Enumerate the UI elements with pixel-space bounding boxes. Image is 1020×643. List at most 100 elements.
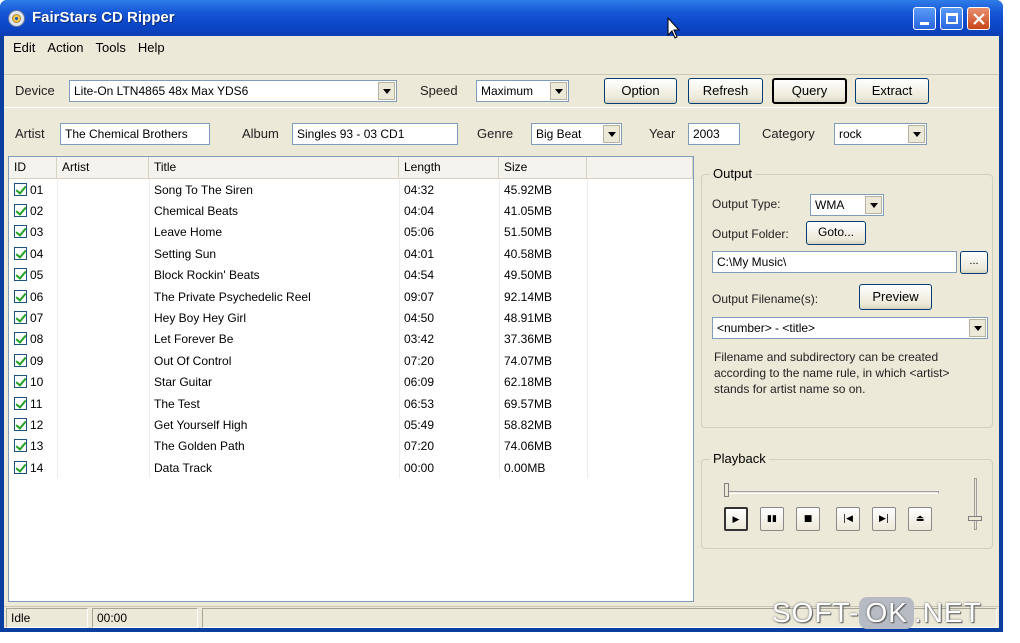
chevron-down-icon[interactable] <box>865 196 882 214</box>
track-size-cell: 49.50MB <box>504 268 553 283</box>
track-checkbox[interactable] <box>14 225 27 239</box>
track-checkbox[interactable] <box>14 460 27 474</box>
seek-slider-track[interactable] <box>724 491 939 494</box>
table-row[interactable]: 10 Star Guitar 06:09 62.18MB <box>9 372 693 393</box>
chevron-down-icon[interactable] <box>603 125 620 143</box>
table-row[interactable]: 09 Out Of Control 07:20 74.07MB <box>9 350 693 371</box>
album-input[interactable]: Singles 93 - 03 CD1 <box>292 123 458 145</box>
track-checkbox[interactable] <box>14 182 27 196</box>
chevron-down-icon[interactable] <box>378 82 395 100</box>
volume-slider-thumb[interactable] <box>968 516 982 521</box>
output-type-select[interactable]: WMA <box>810 194 884 216</box>
track-title-cell: The Private Psychedelic Reel <box>154 289 311 304</box>
column-header-artist[interactable]: Artist <box>57 157 149 178</box>
chevron-down-icon[interactable] <box>969 319 986 337</box>
track-checkbox[interactable] <box>14 439 27 453</box>
speed-value: Maximum <box>481 84 534 98</box>
device-toolbar: Device Lite-On LTN4865 48x Max YDS6 Spee… <box>4 74 999 108</box>
track-title-cell: Let Forever Be <box>154 332 234 347</box>
watermark-left: SOFT- <box>772 597 860 628</box>
track-size-cell: 45.92MB <box>504 182 553 197</box>
track-length-cell: 09:07 <box>404 289 435 304</box>
track-checkbox[interactable] <box>14 246 27 260</box>
seek-slider-thumb[interactable] <box>724 483 729 497</box>
output-filename-select[interactable]: <number> - <title> <box>712 317 988 339</box>
track-size-cell: 41.05MB <box>504 204 553 219</box>
browse-folder-button[interactable]: ... <box>960 251 988 274</box>
track-list[interactable]: ID Artist Title Length Size 01 Song To Th… <box>8 156 694 602</box>
table-row[interactable]: 02 Chemical Beats 04:04 41.05MB <box>9 200 693 221</box>
track-id: 06 <box>30 289 44 304</box>
menu-action[interactable]: Action <box>41 40 89 55</box>
track-checkbox[interactable] <box>14 289 27 303</box>
table-row[interactable]: 12 Get Yourself High 05:49 58.82MB <box>9 414 693 435</box>
goto-folder-button[interactable]: Goto... <box>806 221 866 245</box>
stop-button[interactable]: ■ <box>796 507 820 531</box>
output-folder-label: Output Folder: <box>712 227 789 241</box>
table-row[interactable]: 14 Data Track 00:00 0.00MB <box>9 457 693 478</box>
refresh-button[interactable]: Refresh <box>688 78 763 104</box>
close-icon <box>973 13 985 25</box>
output-folder-input[interactable]: C:\My Music\ <box>712 251 957 273</box>
table-row[interactable]: 06 The Private Psychedelic Reel 09:07 92.14… <box>9 286 693 307</box>
extract-button[interactable]: Extract <box>855 78 929 104</box>
track-checkbox[interactable] <box>14 311 27 325</box>
close-button[interactable] <box>967 7 990 30</box>
track-checkbox[interactable] <box>14 375 27 389</box>
minimize-button[interactable] <box>913 7 936 30</box>
eject-button[interactable]: ⏏ <box>908 507 932 531</box>
table-row[interactable]: 08 Let Forever Be 03:42 37.36MB <box>9 329 693 350</box>
query-button[interactable]: Query <box>772 78 847 104</box>
table-row[interactable]: 11 The Test 06:53 69.57MB <box>9 393 693 414</box>
genre-select[interactable]: Big Beat <box>531 123 622 145</box>
track-title-cell: Chemical Beats <box>154 204 239 219</box>
column-header-title[interactable]: Title <box>149 157 399 178</box>
play-button[interactable]: ▶ <box>724 507 748 531</box>
track-id: 14 <box>30 460 44 475</box>
next-icon: ▶| <box>879 514 889 524</box>
chevron-down-icon[interactable] <box>550 82 567 100</box>
track-checkbox[interactable] <box>14 268 27 282</box>
device-select[interactable]: Lite-On LTN4865 48x Max YDS6 <box>69 80 397 102</box>
table-row[interactable]: 05 Block Rockin' Beats 04:54 49.50MB <box>9 265 693 286</box>
track-checkbox[interactable] <box>14 396 27 410</box>
next-button[interactable]: ▶| <box>872 507 896 531</box>
title-bar[interactable]: FairStars CD Ripper <box>0 0 1003 36</box>
track-checkbox[interactable] <box>14 332 27 346</box>
menu-edit[interactable]: Edit <box>7 40 41 55</box>
table-row[interactable]: 13 The Golden Path 07:20 74.06MB <box>9 436 693 457</box>
menu-tools[interactable]: Tools <box>90 40 132 55</box>
category-select[interactable]: rock <box>834 123 927 145</box>
track-id: 07 <box>30 311 44 326</box>
track-checkbox[interactable] <box>14 204 27 218</box>
track-id: 03 <box>30 225 44 240</box>
pause-button[interactable]: ▮▮ <box>760 507 784 531</box>
track-checkbox[interactable] <box>14 417 27 431</box>
column-header-size[interactable]: Size <box>499 157 587 178</box>
table-row[interactable]: 07 Hey Boy Hey Girl 04:50 48.91MB <box>9 307 693 328</box>
track-checkbox[interactable] <box>14 353 27 367</box>
table-row[interactable]: 01 Song To The Siren 04:32 45.92MB <box>9 179 693 200</box>
column-header-id[interactable]: ID <box>9 157 57 178</box>
volume-slider-track[interactable] <box>974 478 977 530</box>
maximize-button[interactable] <box>940 7 963 30</box>
table-row[interactable]: 03 Leave Home 05:06 51.50MB <box>9 222 693 243</box>
chevron-down-icon[interactable] <box>908 125 925 143</box>
previous-button[interactable]: |◀ <box>836 507 860 531</box>
track-id-cell: 01 <box>9 182 57 197</box>
table-row[interactable]: 04 Setting Sun 04:01 40.58MB <box>9 243 693 264</box>
track-id-cell: 02 <box>9 204 57 218</box>
artist-input[interactable]: The Chemical Brothers <box>60 123 210 145</box>
option-button[interactable]: Option <box>604 78 677 104</box>
track-id-cell: 14 <box>9 460 57 475</box>
speed-select[interactable]: Maximum <box>476 80 569 102</box>
year-input[interactable]: 2003 <box>688 123 740 145</box>
track-size-cell: 69.57MB <box>504 396 553 411</box>
column-header-length[interactable]: Length <box>399 157 499 178</box>
status-time: 00:00 <box>92 608 198 628</box>
track-size-cell: 0.00MB <box>504 460 546 475</box>
preview-button[interactable]: Preview <box>859 284 932 310</box>
track-length-cell: 04:01 <box>404 246 435 261</box>
menu-help[interactable]: Help <box>132 40 171 55</box>
track-id-cell: 04 <box>9 246 57 261</box>
